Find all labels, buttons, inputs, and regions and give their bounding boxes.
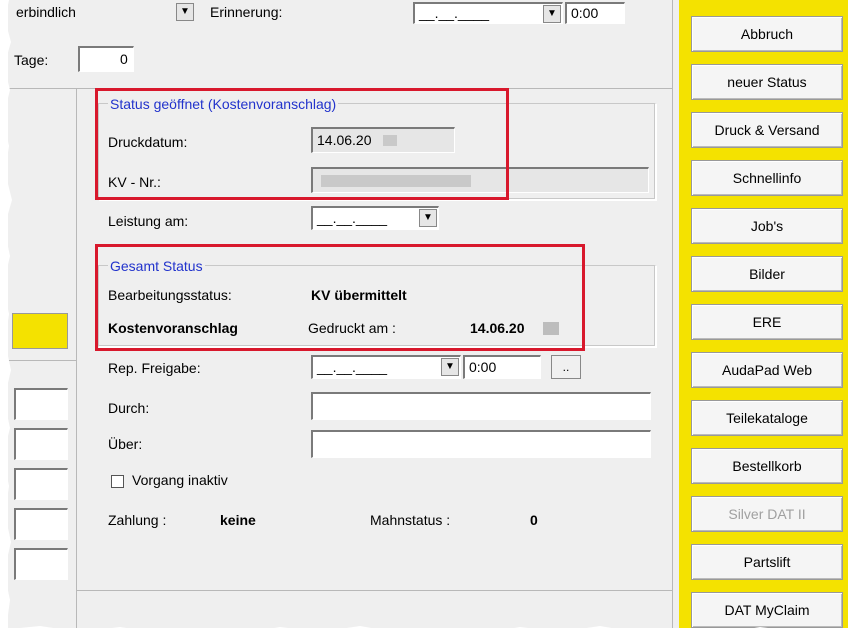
divider <box>76 590 672 591</box>
divider <box>672 0 673 628</box>
ueber-label: Über: <box>108 436 143 452</box>
verbindlich-label: erbindlich <box>16 4 76 20</box>
erinnerung-label: Erinnerung: <box>210 4 283 20</box>
leistung-label: Leistung am: <box>108 213 189 229</box>
erinnerung-date-select[interactable]: __.__.____ ▼ <box>413 2 563 24</box>
druck-versand-button[interactable]: Druck & Versand <box>691 112 843 148</box>
audapad-web-button[interactable]: AudaPad Web <box>691 352 843 388</box>
abbruch-button[interactable]: Abbruch <box>691 16 843 52</box>
vorgang-inaktiv-label: Vorgang inaktiv <box>132 472 228 488</box>
partslift-button[interactable]: Partslift <box>691 544 843 580</box>
jobs-button[interactable]: Job's <box>691 208 843 244</box>
left-field-5[interactable] <box>14 548 68 580</box>
yellow-indicator[interactable] <box>12 313 68 349</box>
tage-label: Tage: <box>14 52 49 68</box>
neuer-status-button[interactable]: neuer Status <box>691 64 843 100</box>
durch-label: Durch: <box>108 400 150 416</box>
verbindlich-select[interactable]: ▼ <box>104 2 194 24</box>
schnellinfo-button[interactable]: Schnellinfo <box>691 160 843 196</box>
rep-freigabe-label: Rep. Freigabe: <box>108 360 201 376</box>
bilder-button[interactable]: Bilder <box>691 256 843 292</box>
bestellkorb-button[interactable]: Bestellkorb <box>691 448 843 484</box>
chevron-down-icon[interactable]: ▼ <box>419 209 437 227</box>
rep-freigabe-time-field[interactable]: 0:00 <box>463 355 541 379</box>
highlight-gesamt-group <box>95 244 585 351</box>
ellipsis-button[interactable]: .. <box>551 355 581 379</box>
mahnstatus-value: 0 <box>530 512 538 528</box>
erinnerung-time-field[interactable]: 0:00 <box>565 2 625 24</box>
ere-button[interactable]: ERE <box>691 304 843 340</box>
divider <box>76 88 77 628</box>
ueber-field[interactable] <box>311 430 651 458</box>
tage-field[interactable]: 0 <box>78 46 134 72</box>
zahlung-value: keine <box>220 512 256 528</box>
torn-edge-left <box>0 0 12 637</box>
left-field-2[interactable] <box>14 428 68 460</box>
divider <box>8 360 76 361</box>
mahnstatus-label: Mahnstatus : <box>370 512 451 528</box>
leistung-date-select[interactable]: __.__.____ ▼ <box>311 206 439 230</box>
durch-field[interactable] <box>311 392 651 420</box>
chevron-down-icon[interactable]: ▼ <box>543 5 561 23</box>
left-field-4[interactable] <box>14 508 68 540</box>
left-field-1[interactable] <box>14 388 68 420</box>
silver-dat-ii-button: Silver DAT II <box>691 496 843 532</box>
form-panel: erbindlich ▼ Erinnerung: __.__.____ ▼ 0:… <box>8 0 848 628</box>
chevron-down-icon[interactable]: ▼ <box>441 358 459 376</box>
teilekataloge-button[interactable]: Teilekataloge <box>691 400 843 436</box>
left-field-3[interactable] <box>14 468 68 500</box>
action-sidebar: Abbruch neuer Status Druck & Versand Sch… <box>679 0 848 628</box>
vorgang-inaktiv-checkbox[interactable] <box>111 475 124 488</box>
chevron-down-icon[interactable]: ▼ <box>176 3 194 21</box>
zahlung-label: Zahlung : <box>108 512 167 528</box>
torn-edge-bottom <box>0 626 860 637</box>
highlight-status-group <box>95 88 509 200</box>
rep-freigabe-date-select[interactable]: __.__.____ ▼ <box>311 355 461 379</box>
dat-myclaim-button[interactable]: DAT MyClaim <box>691 592 843 628</box>
